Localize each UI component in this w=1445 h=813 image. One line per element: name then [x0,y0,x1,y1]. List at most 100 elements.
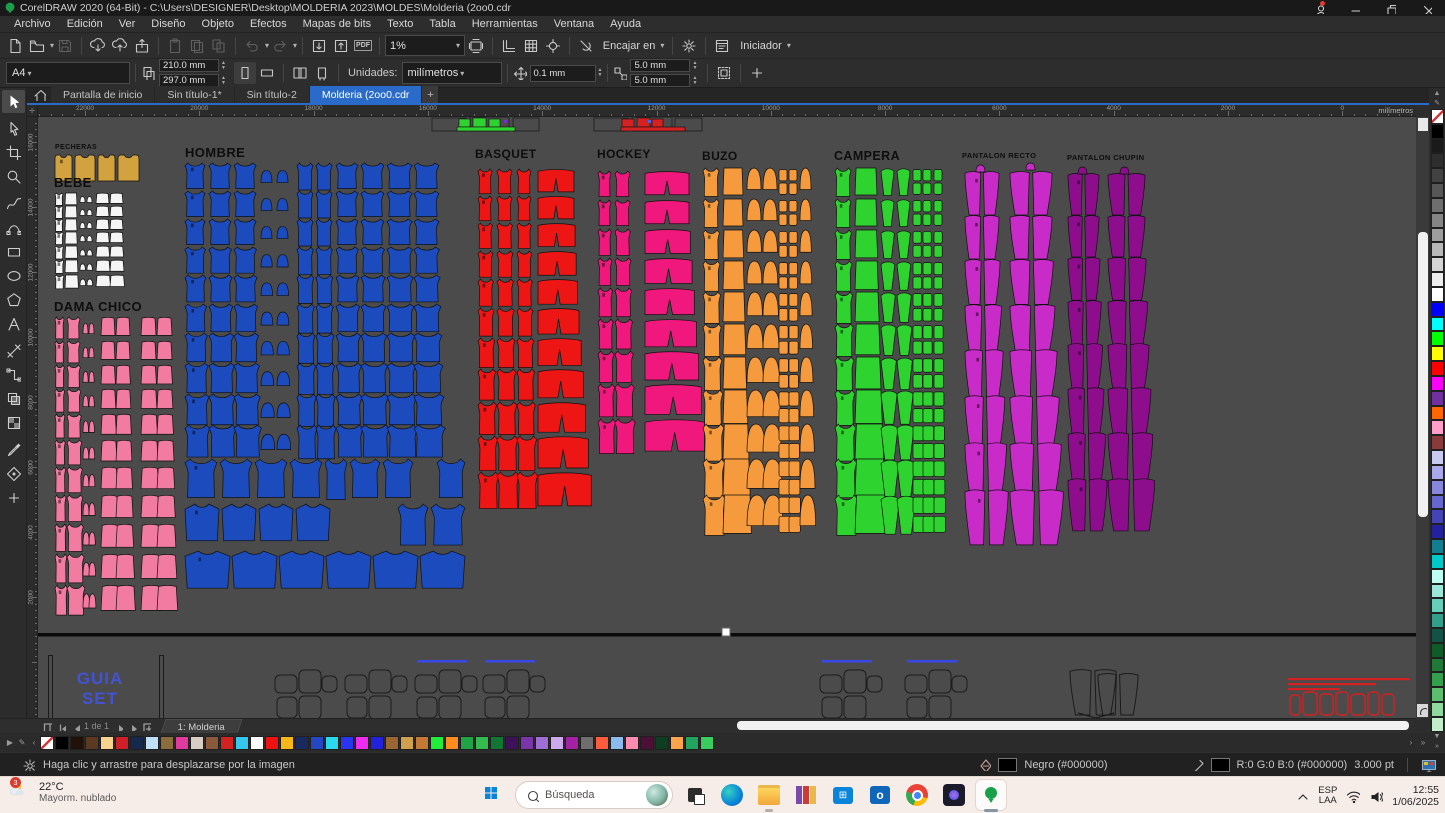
pattern-outline[interactable] [507,696,529,718]
pattern-piece[interactable] [290,459,322,497]
pattern-piece[interactable] [763,292,778,316]
color-swatch-right-10[interactable] [1431,257,1444,272]
pattern-piece[interactable] [96,232,109,242]
pattern-piece[interactable] [779,341,788,354]
pattern-piece[interactable] [55,206,63,218]
pattern-piece[interactable] [55,317,64,339]
pattern-piece[interactable] [789,309,798,322]
status-gear-icon[interactable] [22,758,35,771]
pattern-piece[interactable] [234,394,260,425]
color-swatch-right-19[interactable] [1431,391,1444,406]
color-swatch-11[interactable] [205,736,219,750]
home-tab[interactable] [27,86,51,103]
pattern-piece[interactable] [387,163,412,189]
pattern-piece[interactable] [185,363,208,393]
pattern-piece[interactable] [598,200,611,226]
pattern-piece[interactable] [800,324,813,349]
pattern-piece[interactable] [747,357,764,382]
fill-tool[interactable] [2,462,25,485]
pattern-piece[interactable] [234,163,256,189]
pattern-piece[interactable] [457,127,515,131]
pattern-piece[interactable] [1068,388,1104,436]
pattern-piece[interactable] [414,425,445,457]
pattern-outline[interactable] [867,676,882,692]
pattern-piece[interactable] [185,275,206,302]
pattern-piece[interactable] [747,324,763,349]
pattern-piece[interactable] [261,255,272,267]
color-swatch-13[interactable] [235,736,249,750]
pattern-piece[interactable] [835,324,853,356]
pattern-piece[interactable] [497,196,512,221]
pattern-piece[interactable] [789,326,798,339]
pattern-piece[interactable] [923,245,931,257]
pattern-piece[interactable] [110,219,123,229]
pattern-piece[interactable] [185,191,205,217]
menu-archivo[interactable]: Archivo [6,18,59,30]
pattern-piece[interactable] [67,495,83,522]
pattern-piece[interactable] [261,226,272,238]
document-tab-3[interactable]: Molderia (2oo0.cdr [310,86,422,103]
color-swatch-5[interactable] [115,736,129,750]
pattern-outline[interactable] [907,697,927,718]
pattern-piece[interactable] [747,199,761,221]
pattern-piece[interactable] [913,277,921,289]
pattern-piece[interactable] [779,426,789,441]
color-swatch-24[interactable] [400,736,414,750]
pattern-piece[interactable] [297,219,313,246]
pattern-piece[interactable] [800,459,815,488]
color-swatch-0[interactable] [40,736,54,750]
pattern-piece[interactable] [881,293,895,322]
pattern-piece[interactable] [723,168,743,195]
document-tab-1[interactable]: Sin título-1* [155,86,233,103]
account-button[interactable] [1309,1,1327,15]
pattern-piece[interactable] [622,119,634,127]
pattern-piece[interactable] [478,472,499,509]
volume-icon[interactable] [1369,789,1383,803]
pattern-piece[interactable] [598,419,616,454]
pattern-piece[interactable] [297,304,314,333]
color-swatch-right-13[interactable] [1431,302,1444,317]
pattern-piece[interactable] [598,384,615,417]
pattern-piece[interactable] [913,326,922,339]
pattern-piece[interactable] [87,279,93,286]
pattern-piece[interactable] [1010,172,1052,215]
pattern-piece[interactable] [297,333,315,363]
pattern-piece[interactable] [897,231,910,259]
pattern-piece[interactable] [645,259,692,284]
pattern-piece[interactable] [67,524,83,552]
pattern-piece[interactable] [800,495,816,526]
pattern-piece[interactable] [779,201,787,212]
pattern-piece[interactable] [89,594,96,608]
pattern-outline[interactable] [299,670,321,693]
pattern-piece[interactable] [835,424,856,461]
pattern-piece[interactable] [89,347,94,357]
pattern-piece[interactable] [414,219,439,245]
pattern-piece[interactable] [923,294,932,307]
pattern-piece[interactable] [789,516,800,532]
pattern-piece[interactable] [789,461,800,477]
pattern-piece[interactable] [897,262,911,290]
pattern-piece[interactable] [87,236,92,242]
start-button[interactable] [478,780,508,810]
color-swatch-right-25[interactable] [1431,480,1444,495]
pattern-piece[interactable] [881,262,895,290]
color-swatch-right-18[interactable] [1431,376,1444,391]
pattern-piece[interactable] [141,389,157,408]
pattern-piece[interactable] [296,504,330,541]
pattern-piece[interactable] [779,232,787,244]
color-swatch-right-28[interactable] [1431,524,1444,539]
pattern-piece[interactable] [261,283,273,296]
pattern-piece[interactable] [835,199,851,228]
pattern-piece[interactable] [116,341,130,359]
pattern-piece[interactable] [55,365,64,388]
color-swatch-38[interactable] [610,736,624,750]
pattern-piece[interactable] [779,263,787,275]
pattern-piece[interactable] [209,363,235,393]
pattern-piece[interactable] [361,333,387,362]
pattern-piece[interactable] [779,375,788,388]
pattern-piece[interactable] [431,504,465,545]
taskbar-app-explorer[interactable] [754,780,784,810]
page-tab-molderia[interactable]: 1: Molderia [161,719,243,734]
pattern-piece[interactable] [101,365,115,384]
pattern-piece[interactable] [779,461,790,477]
